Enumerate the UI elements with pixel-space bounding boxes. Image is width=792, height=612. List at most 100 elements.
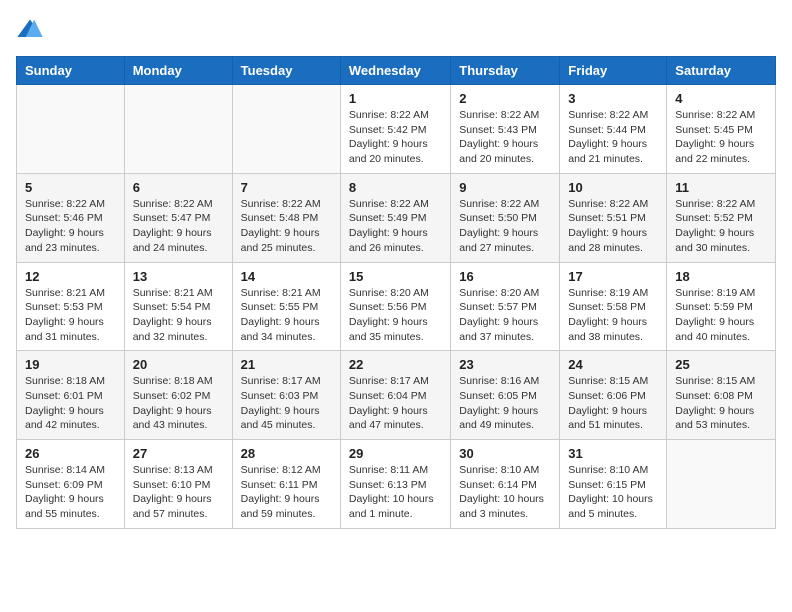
calendar-cell: 1 Sunrise: 8:22 AMSunset: 5:42 PMDaylight… bbox=[340, 85, 450, 174]
calendar-cell: 15 Sunrise: 8:20 AMSunset: 5:56 PMDayligh… bbox=[340, 262, 450, 351]
day-number: 6 bbox=[133, 180, 224, 195]
calendar-cell: 23 Sunrise: 8:16 AMSunset: 6:05 PMDayligh… bbox=[451, 351, 560, 440]
day-number: 29 bbox=[349, 446, 442, 461]
day-info: Sunrise: 8:22 AMSunset: 5:51 PMDaylight:… bbox=[568, 197, 658, 256]
calendar-header-monday: Monday bbox=[124, 57, 232, 85]
calendar-cell: 18 Sunrise: 8:19 AMSunset: 5:59 PMDayligh… bbox=[667, 262, 776, 351]
day-info: Sunrise: 8:21 AMSunset: 5:53 PMDaylight:… bbox=[25, 286, 116, 345]
day-info: Sunrise: 8:10 AMSunset: 6:15 PMDaylight:… bbox=[568, 463, 658, 522]
calendar-cell: 9 Sunrise: 8:22 AMSunset: 5:50 PMDaylight… bbox=[451, 173, 560, 262]
day-number: 25 bbox=[675, 357, 767, 372]
day-info: Sunrise: 8:19 AMSunset: 5:59 PMDaylight:… bbox=[675, 286, 767, 345]
calendar-cell: 4 Sunrise: 8:22 AMSunset: 5:45 PMDaylight… bbox=[667, 85, 776, 174]
calendar-week-1: 1 Sunrise: 8:22 AMSunset: 5:42 PMDaylight… bbox=[17, 85, 776, 174]
calendar-cell: 14 Sunrise: 8:21 AMSunset: 5:55 PMDayligh… bbox=[232, 262, 340, 351]
calendar-cell: 30 Sunrise: 8:10 AMSunset: 6:14 PMDayligh… bbox=[451, 440, 560, 529]
day-info: Sunrise: 8:17 AMSunset: 6:03 PMDaylight:… bbox=[241, 374, 332, 433]
day-info: Sunrise: 8:21 AMSunset: 5:55 PMDaylight:… bbox=[241, 286, 332, 345]
calendar-header-friday: Friday bbox=[560, 57, 667, 85]
day-number: 27 bbox=[133, 446, 224, 461]
day-number: 26 bbox=[25, 446, 116, 461]
day-info: Sunrise: 8:20 AMSunset: 5:57 PMDaylight:… bbox=[459, 286, 551, 345]
day-info: Sunrise: 8:22 AMSunset: 5:50 PMDaylight:… bbox=[459, 197, 551, 256]
day-info: Sunrise: 8:20 AMSunset: 5:56 PMDaylight:… bbox=[349, 286, 442, 345]
calendar-week-2: 5 Sunrise: 8:22 AMSunset: 5:46 PMDaylight… bbox=[17, 173, 776, 262]
calendar-cell: 31 Sunrise: 8:10 AMSunset: 6:15 PMDayligh… bbox=[560, 440, 667, 529]
calendar-cell: 20Sunrise: 8:18 AMSunset: 6:02 PMDayligh… bbox=[124, 351, 232, 440]
calendar-cell: 29Sunrise: 8:11 AMSunset: 6:13 PMDayligh… bbox=[340, 440, 450, 529]
calendar-week-5: 26 Sunrise: 8:14 AMSunset: 6:09 PMDayligh… bbox=[17, 440, 776, 529]
calendar-header-wednesday: Wednesday bbox=[340, 57, 450, 85]
calendar-cell bbox=[124, 85, 232, 174]
logo bbox=[16, 16, 48, 44]
day-info: Sunrise: 8:10 AMSunset: 6:14 PMDaylight:… bbox=[459, 463, 551, 522]
day-number: 8 bbox=[349, 180, 442, 195]
day-info: Sunrise: 8:22 AMSunset: 5:49 PMDaylight:… bbox=[349, 197, 442, 256]
calendar-cell: 22Sunrise: 8:17 AMSunset: 6:04 PMDayligh… bbox=[340, 351, 450, 440]
day-info: Sunrise: 8:22 AMSunset: 5:42 PMDaylight:… bbox=[349, 108, 442, 167]
calendar-cell: 16 Sunrise: 8:20 AMSunset: 5:57 PMDayligh… bbox=[451, 262, 560, 351]
day-number: 9 bbox=[459, 180, 551, 195]
calendar-header-saturday: Saturday bbox=[667, 57, 776, 85]
day-number: 17 bbox=[568, 269, 658, 284]
calendar-cell: 25 Sunrise: 8:15 AMSunset: 6:08 PMDayligh… bbox=[667, 351, 776, 440]
calendar-week-3: 12 Sunrise: 8:21 AMSunset: 5:53 PMDayligh… bbox=[17, 262, 776, 351]
day-number: 15 bbox=[349, 269, 442, 284]
day-number: 18 bbox=[675, 269, 767, 284]
calendar-cell: 17 Sunrise: 8:19 AMSunset: 5:58 PMDayligh… bbox=[560, 262, 667, 351]
day-number: 2 bbox=[459, 91, 551, 106]
day-info: Sunrise: 8:15 AMSunset: 6:06 PMDaylight:… bbox=[568, 374, 658, 433]
calendar-cell: 19 Sunrise: 8:18 AMSunset: 6:01 PMDayligh… bbox=[17, 351, 125, 440]
day-info: Sunrise: 8:22 AMSunset: 5:45 PMDaylight:… bbox=[675, 108, 767, 167]
calendar-cell bbox=[667, 440, 776, 529]
day-number: 19 bbox=[25, 357, 116, 372]
day-number: 30 bbox=[459, 446, 551, 461]
day-info: Sunrise: 8:22 AMSunset: 5:46 PMDaylight:… bbox=[25, 197, 116, 256]
day-info: Sunrise: 8:15 AMSunset: 6:08 PMDaylight:… bbox=[675, 374, 767, 433]
calendar-cell: 2 Sunrise: 8:22 AMSunset: 5:43 PMDaylight… bbox=[451, 85, 560, 174]
day-info: Sunrise: 8:22 AMSunset: 5:47 PMDaylight:… bbox=[133, 197, 224, 256]
day-number: 16 bbox=[459, 269, 551, 284]
day-number: 21 bbox=[241, 357, 332, 372]
day-info: Sunrise: 8:22 AMSunset: 5:44 PMDaylight:… bbox=[568, 108, 658, 167]
day-number: 22 bbox=[349, 357, 442, 372]
calendar-cell: 12 Sunrise: 8:21 AMSunset: 5:53 PMDayligh… bbox=[17, 262, 125, 351]
calendar-header-sunday: Sunday bbox=[17, 57, 125, 85]
calendar-cell: 26 Sunrise: 8:14 AMSunset: 6:09 PMDayligh… bbox=[17, 440, 125, 529]
day-number: 31 bbox=[568, 446, 658, 461]
day-number: 11 bbox=[675, 180, 767, 195]
day-number: 3 bbox=[568, 91, 658, 106]
page-header bbox=[16, 16, 776, 44]
day-info: Sunrise: 8:18 AMSunset: 6:02 PMDaylight:… bbox=[133, 374, 224, 433]
calendar-cell: 27 Sunrise: 8:13 AMSunset: 6:10 PMDayligh… bbox=[124, 440, 232, 529]
day-info: Sunrise: 8:12 AMSunset: 6:11 PMDaylight:… bbox=[241, 463, 332, 522]
day-number: 1 bbox=[349, 91, 442, 106]
calendar-cell: 28 Sunrise: 8:12 AMSunset: 6:11 PMDayligh… bbox=[232, 440, 340, 529]
calendar-cell: 10Sunrise: 8:22 AMSunset: 5:51 PMDayligh… bbox=[560, 173, 667, 262]
day-number: 12 bbox=[25, 269, 116, 284]
day-number: 5 bbox=[25, 180, 116, 195]
day-info: Sunrise: 8:22 AMSunset: 5:48 PMDaylight:… bbox=[241, 197, 332, 256]
calendar-cell: 21 Sunrise: 8:17 AMSunset: 6:03 PMDayligh… bbox=[232, 351, 340, 440]
calendar-cell: 5 Sunrise: 8:22 AMSunset: 5:46 PMDaylight… bbox=[17, 173, 125, 262]
calendar-header-tuesday: Tuesday bbox=[232, 57, 340, 85]
day-number: 4 bbox=[675, 91, 767, 106]
calendar-cell: 8 Sunrise: 8:22 AMSunset: 5:49 PMDaylight… bbox=[340, 173, 450, 262]
day-info: Sunrise: 8:19 AMSunset: 5:58 PMDaylight:… bbox=[568, 286, 658, 345]
day-number: 28 bbox=[241, 446, 332, 461]
day-number: 14 bbox=[241, 269, 332, 284]
day-number: 24 bbox=[568, 357, 658, 372]
day-number: 7 bbox=[241, 180, 332, 195]
calendar-cell bbox=[17, 85, 125, 174]
day-number: 23 bbox=[459, 357, 551, 372]
calendar-header-row: SundayMondayTuesdayWednesdayThursdayFrid… bbox=[17, 57, 776, 85]
day-info: Sunrise: 8:18 AMSunset: 6:01 PMDaylight:… bbox=[25, 374, 116, 433]
day-info: Sunrise: 8:21 AMSunset: 5:54 PMDaylight:… bbox=[133, 286, 224, 345]
logo-icon bbox=[16, 16, 44, 44]
day-info: Sunrise: 8:22 AMSunset: 5:43 PMDaylight:… bbox=[459, 108, 551, 167]
calendar-cell: 11Sunrise: 8:22 AMSunset: 5:52 PMDayligh… bbox=[667, 173, 776, 262]
calendar-cell: 7 Sunrise: 8:22 AMSunset: 5:48 PMDaylight… bbox=[232, 173, 340, 262]
day-info: Sunrise: 8:14 AMSunset: 6:09 PMDaylight:… bbox=[25, 463, 116, 522]
day-info: Sunrise: 8:13 AMSunset: 6:10 PMDaylight:… bbox=[133, 463, 224, 522]
day-info: Sunrise: 8:16 AMSunset: 6:05 PMDaylight:… bbox=[459, 374, 551, 433]
